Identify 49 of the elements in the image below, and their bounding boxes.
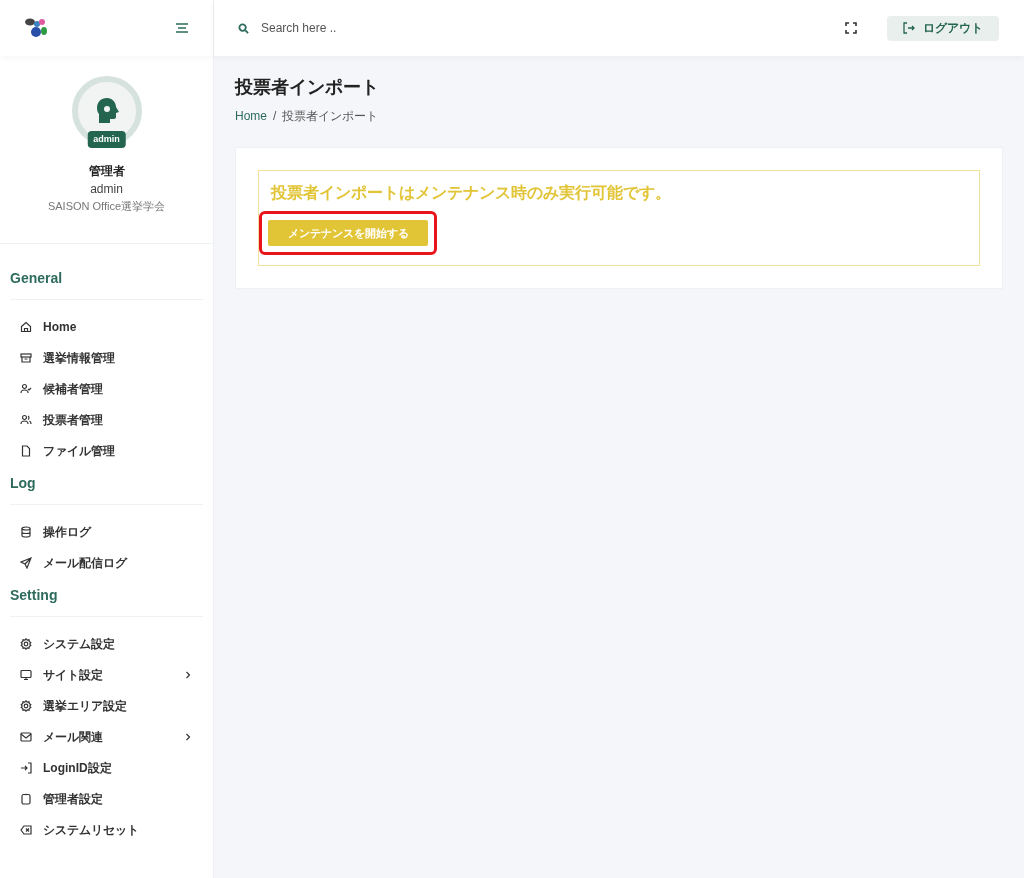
sidebar-item[interactable]: 管理者設定 bbox=[10, 783, 203, 815]
section-heading: Log bbox=[10, 472, 203, 505]
logout-icon bbox=[903, 22, 915, 34]
sidebar-item[interactable]: 候補者管理 bbox=[10, 373, 203, 405]
sidebar-item[interactable]: 選挙情報管理 bbox=[10, 342, 203, 374]
role-badge: admin bbox=[87, 130, 126, 148]
sidebar-item[interactable]: サイト設定 bbox=[10, 659, 203, 691]
search-icon bbox=[238, 22, 249, 34]
sidebar-item[interactable]: システムリセット bbox=[10, 814, 203, 846]
section-heading: General bbox=[10, 267, 203, 300]
section-heading: Setting bbox=[10, 584, 203, 617]
menu-icon[interactable] bbox=[175, 22, 189, 34]
sidebar-item[interactable]: 投票者管理 bbox=[10, 404, 203, 436]
sidebar-item[interactable]: システム設定 bbox=[10, 628, 203, 660]
users-icon bbox=[20, 414, 32, 426]
user-check-icon bbox=[20, 383, 32, 395]
gear-icon bbox=[20, 638, 32, 650]
sidebar-item[interactable]: 操作ログ bbox=[10, 516, 203, 548]
sidebar-item[interactable]: メール配信ログ bbox=[10, 547, 203, 579]
breadcrumb-link[interactable]: Home bbox=[235, 107, 267, 125]
login-icon bbox=[20, 762, 32, 774]
page-title: 投票者インポート bbox=[235, 76, 380, 99]
profile-username: admin bbox=[90, 181, 123, 198]
search-field[interactable]: Search here .. bbox=[261, 19, 561, 37]
logout-button[interactable]: ログアウト bbox=[887, 15, 999, 41]
archive-icon bbox=[20, 352, 32, 364]
sidebar-item[interactable]: メール関連 bbox=[10, 721, 203, 753]
chevron-icon bbox=[185, 733, 191, 741]
file-icon bbox=[20, 445, 32, 457]
alert-message: 投票者インポートはメンテナンス時のみ実行可能です。 bbox=[271, 183, 672, 203]
fullscreen-icon[interactable] bbox=[845, 22, 857, 34]
sidebar-item[interactable]: 選挙エリア設定 bbox=[10, 690, 203, 722]
monitor-icon bbox=[20, 669, 32, 681]
profile-role: 管理者 bbox=[88, 163, 125, 180]
send-icon bbox=[20, 557, 32, 569]
chevron-icon bbox=[185, 671, 191, 679]
breadcrumb-separator: / bbox=[273, 108, 277, 125]
logo-icon bbox=[24, 17, 48, 39]
breadcrumb-current: 投票者インポート bbox=[282, 108, 379, 125]
sidebar-item[interactable]: Home bbox=[10, 311, 203, 343]
sidebar-item[interactable]: LoginID設定 bbox=[10, 752, 203, 784]
gear-icon bbox=[20, 700, 32, 712]
home-icon bbox=[20, 321, 32, 333]
mail-icon bbox=[20, 731, 32, 743]
backspace-icon bbox=[20, 824, 32, 836]
sidebar-item[interactable]: ファイル管理 bbox=[10, 435, 203, 467]
clipboard-icon bbox=[20, 793, 32, 805]
database-icon bbox=[20, 526, 32, 538]
profile-organization: SAISON Office選挙学会 bbox=[47, 199, 166, 214]
